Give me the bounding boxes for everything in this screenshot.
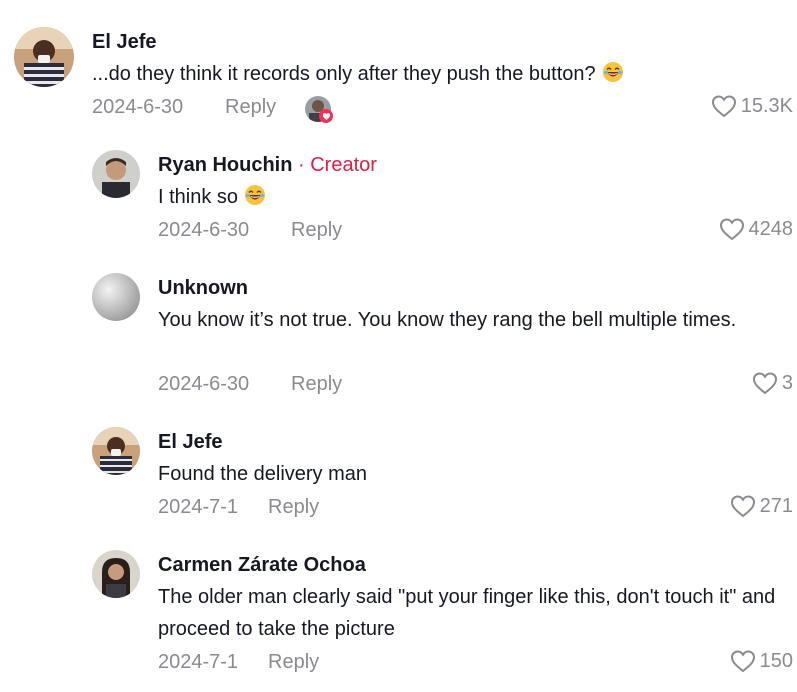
username[interactable]: Ryan Houchin · Creator xyxy=(158,154,377,177)
comment-text: ...do they think it records only after t… xyxy=(92,58,732,90)
heart-outline-icon xyxy=(730,494,756,518)
heart-outline-icon xyxy=(719,217,745,241)
avatar[interactable] xyxy=(14,27,74,87)
avatar[interactable] xyxy=(92,427,140,475)
reply-button[interactable]: Reply xyxy=(268,651,319,674)
username[interactable]: El Jefe xyxy=(92,31,156,54)
like-count: 3 xyxy=(781,371,793,394)
like-button[interactable]: 4248 xyxy=(719,217,794,241)
avatar[interactable] xyxy=(92,273,140,321)
username-text: Ryan Houchin xyxy=(158,154,293,176)
like-count: 15.3K xyxy=(740,94,793,117)
like-count: 271 xyxy=(759,494,793,517)
heart-outline-icon xyxy=(752,371,778,395)
comment-text-content: ...do they think it records only after t… xyxy=(92,63,596,85)
username[interactable]: El Jefe xyxy=(158,431,222,454)
comment-text: The older man clearly said "put your fin… xyxy=(158,586,776,640)
laughing-emoji xyxy=(602,61,624,83)
heart-badge-icon xyxy=(319,109,333,123)
heart-outline-icon xyxy=(730,649,756,673)
reply-button[interactable]: Reply xyxy=(225,96,276,119)
username[interactable]: Unknown xyxy=(158,277,248,300)
comment-date: 2024-7-1 xyxy=(158,496,239,518)
like-button[interactable]: 15.3K xyxy=(711,94,793,118)
like-button[interactable]: 271 xyxy=(730,494,793,518)
like-button[interactable]: 3 xyxy=(752,371,793,395)
heart-outline-icon xyxy=(711,94,737,118)
creator-badge: · Creator xyxy=(298,154,377,176)
avatar[interactable] xyxy=(92,550,140,598)
like-count: 150 xyxy=(759,649,793,672)
laughing-emoji xyxy=(244,184,266,206)
like-button[interactable]: 150 xyxy=(730,649,793,673)
comment-date: 2024-6-30 xyxy=(92,96,184,118)
like-count: 4248 xyxy=(748,217,794,240)
comment-date: 2024-7-1 xyxy=(158,651,239,673)
comment-text: Found the delivery man xyxy=(158,463,368,485)
avatar[interactable] xyxy=(92,150,140,198)
comment-text: I think so xyxy=(158,181,758,213)
reply-button[interactable]: Reply xyxy=(291,373,342,396)
comment-text: You know it’s not true. You know they ra… xyxy=(158,309,737,331)
comment-date: 2024-6-30 xyxy=(158,373,250,395)
comment-text-content: I think so xyxy=(158,186,239,208)
reply-button[interactable]: Reply xyxy=(268,496,319,519)
comment-date: 2024-6-30 xyxy=(158,219,250,241)
reply-button[interactable]: Reply xyxy=(291,219,342,242)
username[interactable]: Carmen Zárate Ochoa xyxy=(158,554,366,577)
